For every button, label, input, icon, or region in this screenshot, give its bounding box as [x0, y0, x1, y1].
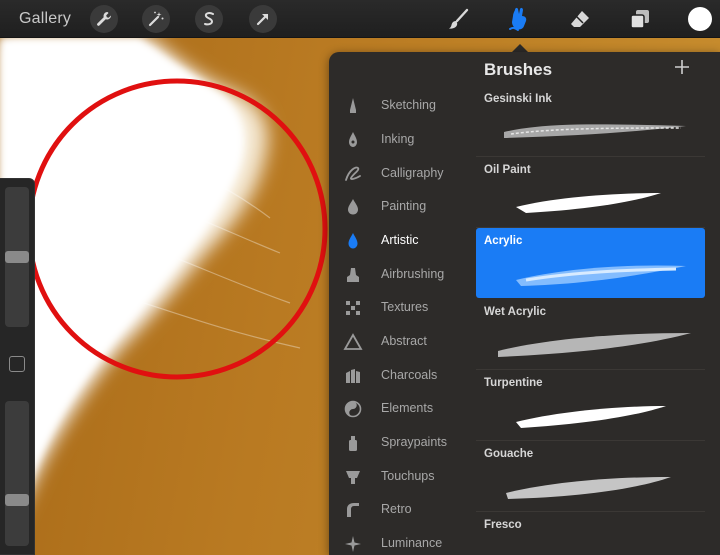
plus-icon: [675, 60, 689, 74]
adjustments-button[interactable]: [142, 5, 170, 33]
category-spraypaints[interactable]: Spraypaints: [329, 428, 476, 458]
brush-library-panel: Brushes Sketching Inking Calligraphy Pai…: [329, 52, 720, 555]
category-retro[interactable]: Retro: [329, 495, 476, 525]
brush-stroke-preview: [504, 124, 686, 138]
retro-icon: [347, 503, 359, 517]
eraser-tool-button[interactable]: [566, 5, 594, 33]
brush-wet-acrylic[interactable]: Wet Acrylic: [476, 299, 705, 369]
category-artistic[interactable]: Artistic: [329, 226, 476, 256]
wrench-icon: [97, 12, 112, 26]
brush-stroke-preview: [516, 265, 686, 286]
ink-nib-icon: [349, 132, 357, 147]
brush-stroke-preview: [506, 477, 671, 499]
category-touchups[interactable]: Touchups: [329, 462, 476, 492]
category-calligraphy[interactable]: Calligraphy: [329, 159, 476, 189]
sparkle-icon: [345, 536, 361, 552]
spray-can-icon: [349, 436, 357, 451]
brush-turpentine[interactable]: Turpentine: [476, 370, 705, 440]
smudge-icon: [509, 7, 527, 31]
brush-stroke-preview: [498, 333, 691, 357]
brush-size-thumb[interactable]: [5, 251, 29, 263]
triangle-icon: [343, 333, 363, 350]
selection-icon: [204, 12, 214, 26]
add-brush-button[interactable]: [674, 58, 690, 78]
modify-button[interactable]: [9, 356, 25, 372]
yin-yang-icon: [344, 400, 362, 418]
smudge-tool-button[interactable]: [505, 5, 533, 33]
charcoal-icon: [346, 369, 360, 383]
brush-opacity-thumb[interactable]: [5, 494, 29, 506]
brush-gouache[interactable]: Gouache: [476, 441, 705, 511]
category-inking[interactable]: Inking: [329, 125, 476, 155]
paint-drop-icon: [348, 199, 358, 215]
eraser-icon: [571, 11, 589, 27]
paintbrush-icon: [449, 8, 469, 29]
category-textures[interactable]: Textures: [329, 293, 476, 323]
paint-tool-button[interactable]: [444, 5, 472, 33]
brush-oil-paint[interactable]: Oil Paint: [476, 157, 705, 227]
panel-title: Brushes: [484, 60, 553, 79]
actions-button[interactable]: [90, 5, 118, 33]
layers-icon: [630, 10, 649, 29]
airbrush-icon: [347, 268, 359, 282]
calligraphy-icon: [345, 166, 361, 181]
brush-fresco[interactable]: Fresco: [476, 512, 705, 555]
pencil-tip-icon: [350, 98, 356, 113]
category-abstract[interactable]: Abstract: [329, 327, 476, 357]
brush-stroke-preview: [516, 406, 666, 428]
brush-stroke-preview: [486, 534, 696, 555]
layers-button[interactable]: [626, 5, 654, 33]
brush-stroke-preview: [516, 193, 661, 213]
transform-arrow-icon: [256, 13, 269, 26]
left-sidebar: [0, 178, 35, 555]
category-charcoals[interactable]: Charcoals: [329, 361, 476, 391]
color-swatch[interactable]: [688, 7, 712, 31]
category-sketching[interactable]: Sketching: [329, 91, 476, 121]
category-airbrushing[interactable]: Airbrushing: [329, 260, 476, 290]
top-toolbar: Gallery: [0, 0, 720, 38]
brush-list: Gesinski Ink Oil Paint Acrylic Wet Acryl…: [476, 86, 720, 555]
brush-size-slider[interactable]: [5, 187, 29, 327]
touchup-icon: [346, 471, 360, 484]
gallery-button[interactable]: Gallery: [19, 10, 71, 28]
magic-wand-icon: [148, 11, 164, 27]
artistic-drop-icon: [348, 233, 358, 249]
brush-opacity-slider[interactable]: [5, 401, 29, 546]
selection-button[interactable]: [195, 5, 223, 33]
brush-acrylic[interactable]: Acrylic: [476, 228, 705, 298]
transform-button[interactable]: [249, 5, 277, 33]
category-luminance[interactable]: Luminance: [329, 529, 476, 555]
texture-icon: [346, 301, 360, 315]
category-elements[interactable]: Elements: [329, 394, 476, 424]
brush-gesinski-ink[interactable]: Gesinski Ink: [476, 86, 705, 156]
category-painting[interactable]: Painting: [329, 192, 476, 222]
